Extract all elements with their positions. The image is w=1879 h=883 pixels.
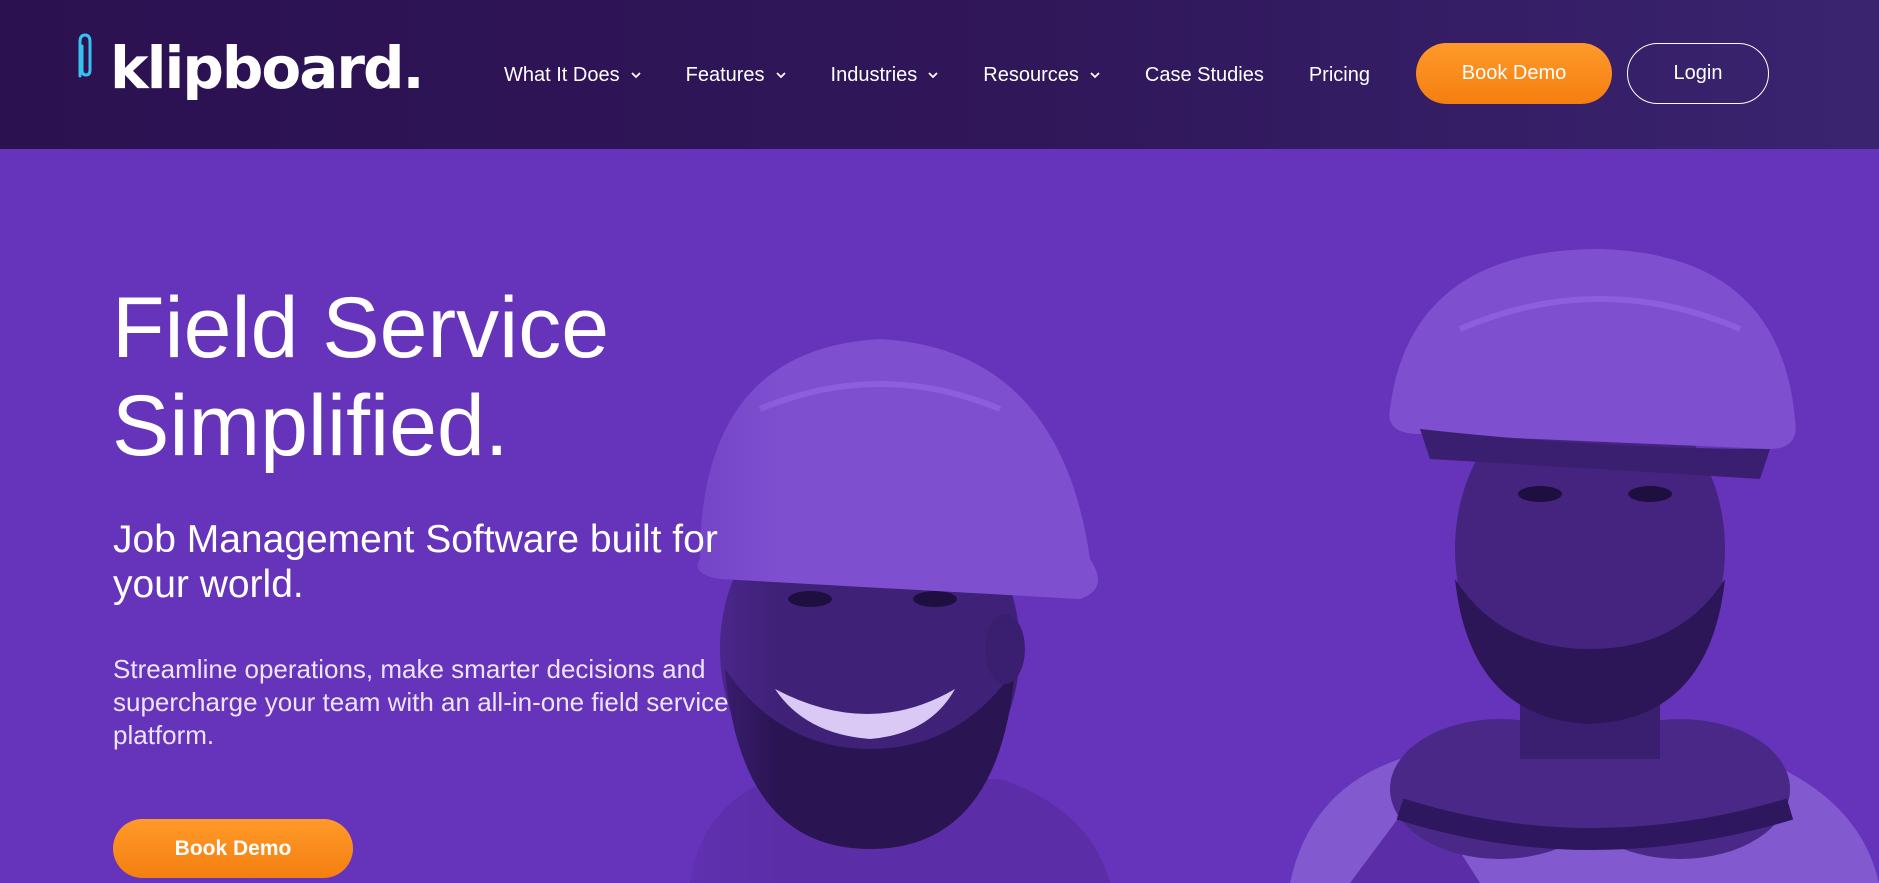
worker-right-illustration (1290, 249, 1879, 883)
nav-item-resources[interactable]: Resources (983, 64, 1101, 87)
hero-title: Field Service Simplified. (112, 279, 609, 475)
klipboard-logo[interactable]: klipboard. (72, 28, 425, 108)
chevron-down-icon (630, 72, 641, 79)
hero-description: Streamline operations, make smarter deci… (113, 654, 729, 750)
hero-section: Field Service Simplified. Job Management… (0, 149, 1879, 883)
book-demo-button[interactable]: Book Demo (1416, 43, 1612, 104)
main-nav: What It Does Features Industries Resourc… (504, 56, 1415, 94)
nav-item-pricing[interactable]: Pricing (1309, 64, 1370, 87)
nav-item-label: Resources (983, 63, 1079, 86)
hero-title-line2: Simplified. (112, 378, 509, 474)
nav-item-what-it-does[interactable]: What It Does (504, 64, 642, 87)
chevron-down-icon (928, 72, 938, 79)
nav-item-label: Features (685, 63, 765, 86)
nav-item-label: Case Studies (1144, 63, 1264, 86)
chevron-down-icon (775, 72, 786, 79)
nav-item-label: Industries (830, 63, 918, 86)
site-header: klipboard. What It Does Features Industr… (0, 0, 1879, 149)
hero-title-line1: Field Service (112, 280, 610, 376)
hero-book-demo-button[interactable]: Book Demo (113, 819, 353, 878)
nav-item-label: What It Does (504, 63, 620, 86)
login-button[interactable]: Login (1627, 43, 1769, 104)
nav-item-case-studies[interactable]: Case Studies (1145, 64, 1264, 87)
hero-subtitle: Job Management Software built for your w… (113, 518, 718, 606)
hero-workers-image (560, 149, 1879, 883)
nav-item-industries[interactable]: Industries (831, 64, 940, 87)
nav-item-label: Pricing (1308, 63, 1370, 86)
chevron-down-icon (1090, 72, 1100, 79)
paperclip-icon (78, 33, 92, 78)
nav-item-features[interactable]: Features (686, 64, 787, 87)
logo-wordmark: klipboard. (110, 34, 425, 102)
